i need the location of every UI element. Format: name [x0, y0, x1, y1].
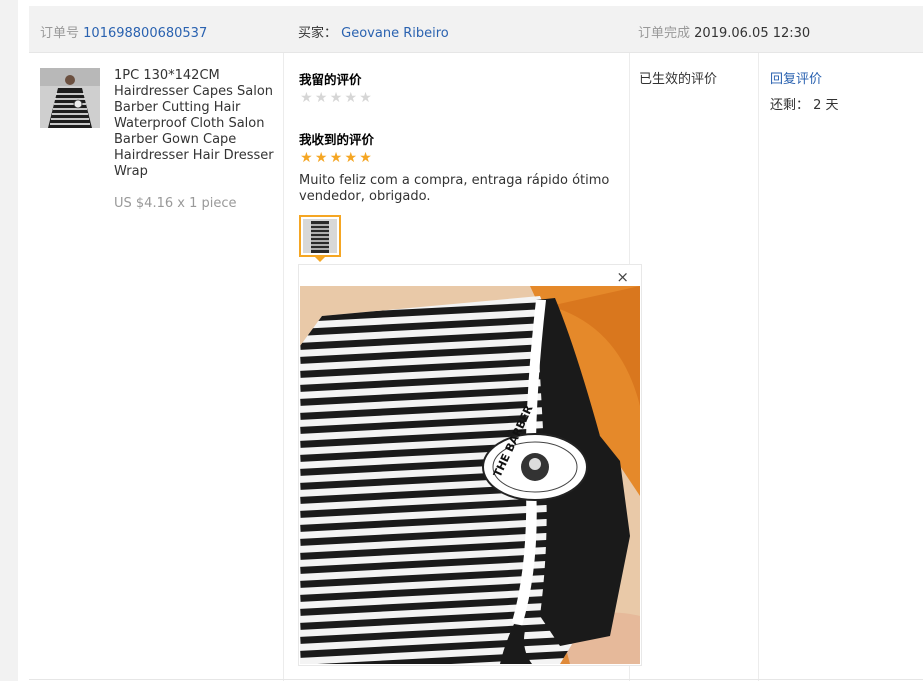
buyer-name-link[interactable]: Geovane Ribeiro — [341, 26, 449, 41]
divider — [29, 679, 923, 680]
remaining-value: 2 天 — [813, 98, 839, 113]
reply-review-link[interactable]: 回复评价 — [770, 68, 822, 87]
order-header: 订单号 101698800680537 买家： Geovane Ribeiro … — [29, 6, 923, 53]
review-photo-preview: × THE BARBER — [298, 264, 642, 666]
my-review-star-icon: ★ — [329, 90, 343, 106]
order-number: 订单号 101698800680537 — [40, 22, 207, 41]
order-number-label: 订单号 — [40, 26, 80, 41]
my-review-star-icon: ★ — [344, 90, 358, 106]
received-review-star-icon: ★ — [300, 150, 313, 166]
buyer-label: 买家： — [298, 26, 338, 41]
received-review-text: Muito feliz com a compra, entraga rápido… — [299, 173, 610, 204]
my-review-star-icon: ★ — [300, 90, 313, 106]
product-title[interactable]: 1PC 130*142CM Hairdresser Capes Salon Ba… — [114, 68, 274, 180]
order-completed-time: 2019.06.05 12:30 — [694, 26, 811, 41]
order-completed-label: 订单完成 — [638, 26, 691, 41]
product-thumbnail[interactable] — [40, 68, 100, 128]
my-review-title: 我留的评价 — [299, 72, 362, 87]
effective-review-status: 已生效的评价 — [639, 72, 718, 87]
column-divider — [283, 53, 284, 681]
review-photo: THE BARBER — [300, 286, 640, 664]
my-review-stars: ★ ★ ★ ★ ★ — [299, 91, 373, 105]
received-review-star-icon: ★ — [329, 150, 343, 166]
my-review-star-icon: ★ — [359, 90, 372, 106]
received-review-stars: ★ ★ ★ ★ ★ — [299, 151, 373, 165]
received-review-star-icon: ★ — [359, 150, 372, 166]
order-completed: 订单完成 2019.06.05 12:30 — [638, 22, 810, 41]
remaining-label: 还剩： — [770, 98, 810, 113]
buyer-info: 买家： Geovane Ribeiro — [298, 22, 449, 41]
received-review-star-icon: ★ — [344, 150, 358, 166]
column-divider — [758, 53, 759, 681]
received-review-star-icon: ★ — [314, 150, 328, 166]
product-price: US $4.16 x 1 piece — [114, 196, 237, 211]
received-review-title: 我收到的评价 — [299, 132, 375, 147]
page-gutter — [0, 0, 18, 681]
order-number-link[interactable]: 101698800680537 — [83, 26, 207, 41]
selected-thumbnail-arrow-icon — [314, 256, 326, 262]
review-photo-thumbnail[interactable] — [299, 215, 341, 257]
my-review-star-icon: ★ — [314, 90, 328, 106]
close-icon[interactable]: × — [616, 270, 629, 285]
remaining-time: 还剩： 2 天 — [770, 94, 839, 113]
